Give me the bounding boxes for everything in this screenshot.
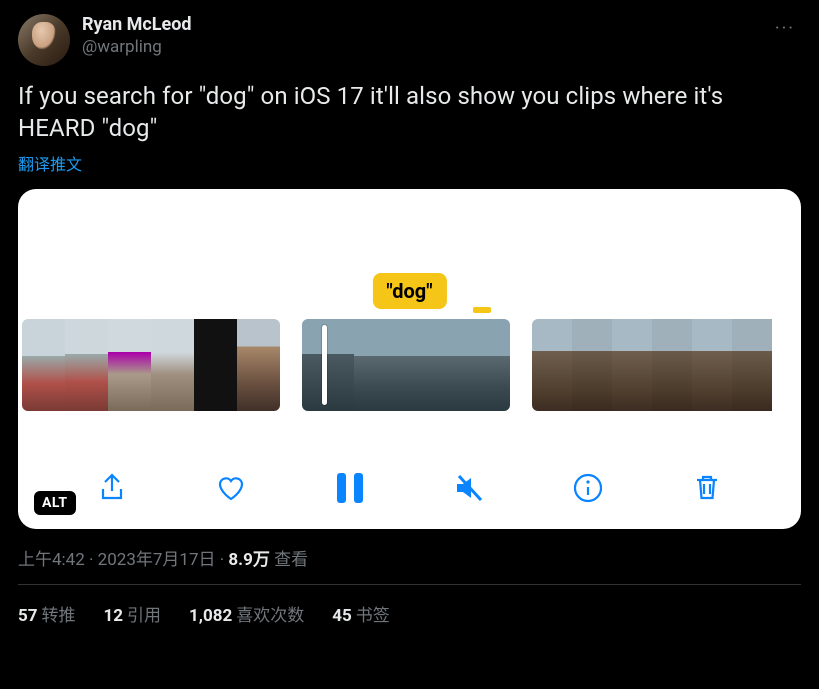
translate-link[interactable]: 翻译推文: [18, 151, 82, 175]
tweet-meta-line: 上午4:42 · 2023年7月17日 · 8.9万 查看: [18, 545, 801, 585]
clip-thumbnail-group[interactable]: [532, 319, 792, 411]
views-count: 8.9万: [228, 550, 269, 570]
video-frame: [692, 319, 732, 411]
video-frame: [108, 319, 151, 411]
avatar[interactable]: [18, 14, 70, 66]
video-frame: [302, 319, 354, 411]
author-display-name: Ryan McLeod: [82, 14, 769, 37]
playhead-marker: [473, 307, 491, 313]
author-names[interactable]: Ryan McLeod @warpling: [82, 14, 769, 58]
video-frame: [532, 319, 572, 411]
video-frame: [572, 319, 612, 411]
video-frame: [65, 319, 108, 411]
pause-icon[interactable]: [333, 471, 367, 505]
video-frame: [612, 319, 652, 411]
speaker-muted-icon[interactable]: [452, 471, 486, 505]
info-icon[interactable]: [571, 471, 605, 505]
video-frame: [151, 319, 194, 411]
video-frame: [458, 319, 510, 411]
video-frame: [194, 319, 237, 411]
bookmarks-stat[interactable]: 45书签: [332, 601, 390, 626]
author-handle: @warpling: [82, 37, 769, 58]
tweet-stats-row: 57转推 12引用 1,082喜欢次数 45书签: [18, 585, 801, 626]
tweet-container: Ryan McLeod @warpling ··· If you search …: [0, 0, 819, 626]
media-card[interactable]: "dog": [18, 189, 801, 529]
quotes-stat[interactable]: 12引用: [104, 601, 162, 626]
alt-badge[interactable]: ALT: [34, 491, 76, 515]
heart-icon[interactable]: [214, 471, 248, 505]
video-frame: [732, 319, 772, 411]
clip-thumbnail-group-active[interactable]: [302, 319, 510, 411]
video-frame: [652, 319, 692, 411]
video-frame: [354, 319, 406, 411]
trash-icon[interactable]: [690, 471, 724, 505]
likes-stat[interactable]: 1,082喜欢次数: [189, 601, 304, 626]
tweet-body-text: If you search for "dog" on iOS 17 it'll …: [18, 80, 801, 145]
media-toolbar: [18, 471, 801, 505]
clip-thumbnail-group[interactable]: [22, 319, 280, 411]
tweet-time[interactable]: 上午4:42: [18, 550, 85, 570]
more-menu-button[interactable]: ···: [769, 14, 801, 43]
tweet-date[interactable]: 2023年7月17日: [98, 550, 216, 570]
views-label: 查看: [270, 550, 308, 570]
tweet-header: Ryan McLeod @warpling ···: [18, 14, 801, 66]
share-icon[interactable]: [95, 471, 129, 505]
video-frame: [22, 319, 65, 411]
video-frame: [406, 319, 458, 411]
video-scrubber-strip[interactable]: [18, 319, 801, 411]
retweets-stat[interactable]: 57转推: [18, 601, 76, 626]
caption-bubble: "dog": [372, 273, 446, 309]
video-frame: [237, 319, 280, 411]
